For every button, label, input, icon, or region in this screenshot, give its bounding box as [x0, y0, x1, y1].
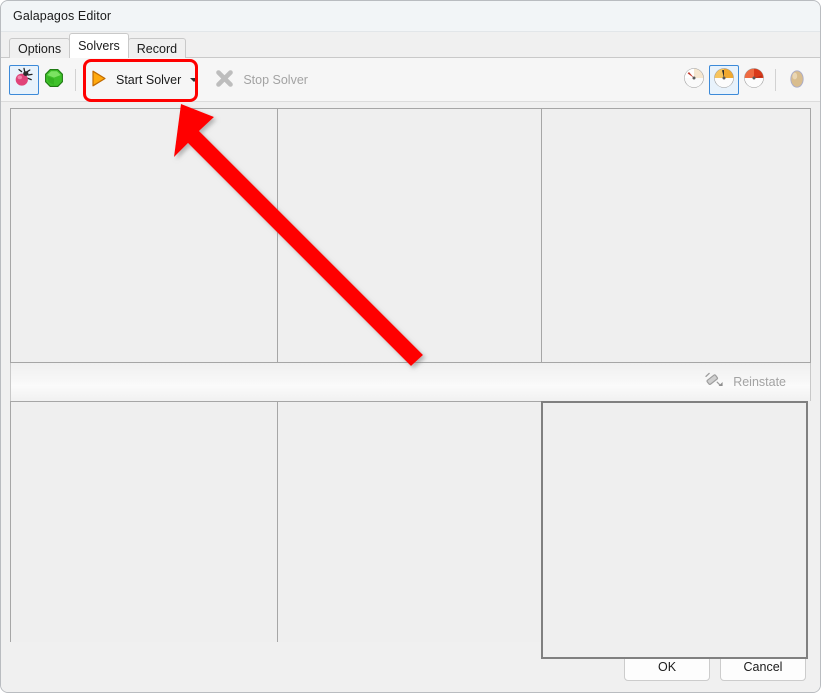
title-bar: Galapagos Editor: [1, 1, 820, 32]
genome-panel[interactable]: [10, 108, 278, 363]
tab-record[interactable]: Record: [127, 38, 187, 58]
play-icon: [89, 69, 108, 91]
stop-solver-button[interactable]: Stop Solver: [207, 64, 324, 96]
egg-icon-button[interactable]: [782, 65, 812, 95]
reinstate-label: Reinstate: [733, 375, 786, 389]
reinstate-bar: Reinstate: [10, 363, 811, 401]
bottom-panel-row: [10, 401, 811, 659]
syringe-icon: [704, 370, 725, 394]
reinstate-button[interactable]: Reinstate: [697, 366, 802, 398]
preview-panel[interactable]: [541, 401, 808, 659]
history-panel[interactable]: [10, 401, 278, 659]
population-panel[interactable]: [541, 108, 811, 363]
stop-solver-label: Stop Solver: [243, 72, 308, 87]
egg-icon: [786, 67, 808, 92]
fitness-panel[interactable]: [277, 108, 542, 363]
gauge-medium-icon-button[interactable]: [709, 64, 739, 95]
beetle-icon-button[interactable]: [9, 64, 39, 95]
tab-options[interactable]: Options: [9, 38, 71, 58]
tab-strip: Options Solvers Record: [1, 32, 820, 58]
galapagos-editor-window: Galapagos Editor Options Solvers Record: [0, 0, 821, 693]
toolbar-separator-2: [775, 68, 776, 91]
tab-solvers[interactable]: Solvers: [69, 33, 129, 58]
gauge-fast-icon: [743, 67, 765, 92]
detail-panel[interactable]: [277, 401, 542, 659]
chevron-down-icon[interactable]: [190, 77, 199, 82]
gem-icon: [44, 68, 64, 91]
window-title: Galapagos Editor: [13, 9, 112, 23]
beetle-icon: [13, 67, 35, 92]
gauge-slow-icon: [683, 67, 705, 92]
start-solver-label: Start Solver: [116, 72, 182, 87]
toolbar-separator-1: [75, 68, 76, 91]
cross-icon: [214, 68, 235, 92]
top-panel-row: [10, 108, 811, 363]
solver-toolbar: Start Solver Stop Solver: [1, 58, 820, 102]
gauge-medium-icon: [713, 67, 735, 92]
gem-icon-button[interactable]: [39, 65, 69, 95]
solver-content-area: Reinstate: [1, 102, 820, 659]
gauge-fast-icon-button[interactable]: [739, 65, 769, 95]
gauge-slow-icon-button[interactable]: [679, 65, 709, 95]
start-solver-button[interactable]: Start Solver: [82, 64, 207, 96]
